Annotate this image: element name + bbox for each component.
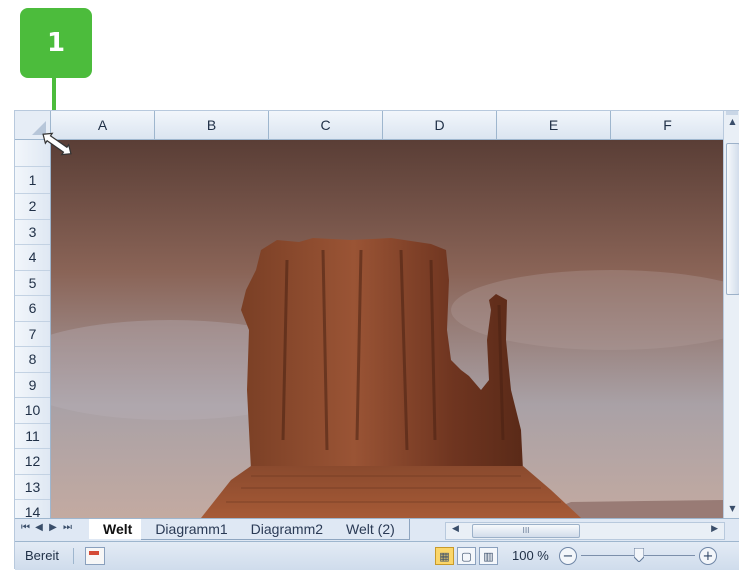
page-layout-view-icon[interactable]: ▢ — [457, 547, 476, 565]
sheet-tabs-bar: ⏮ ◀ ▶ ⏭ Welt Diagramm1 Diagramm2 Welt (2… — [15, 518, 739, 541]
row-header-4[interactable]: 4 — [15, 245, 50, 271]
desert-butte-photo — [51, 140, 723, 518]
row-header-10[interactable]: 10 — [15, 398, 50, 424]
sheet-tab-welt[interactable]: Welt — [89, 519, 148, 539]
scroll-left-icon[interactable]: ◀ — [452, 524, 459, 534]
resize-cursor-icon — [42, 132, 72, 156]
view-buttons: ▦ ▢ ▥ — [435, 547, 498, 565]
inserted-picture[interactable] — [51, 140, 723, 518]
record-macro-icon[interactable] — [85, 547, 105, 565]
column-header-f[interactable]: F — [611, 111, 723, 139]
row-headers: 1 2 3 4 5 6 7 8 9 10 11 12 13 14 — [15, 140, 51, 518]
row-header-13[interactable]: 13 — [15, 475, 50, 500]
column-header-d[interactable]: D — [383, 111, 497, 139]
sheet-tabs: Welt Diagramm1 Diagramm2 Welt (2) — [89, 519, 410, 541]
row-header-1[interactable]: 1 — [15, 166, 50, 194]
zoom-out-icon[interactable]: − — [559, 547, 577, 565]
sheet-navigation: ⏮ ◀ ▶ ⏭ — [21, 522, 72, 533]
status-ready-label: Bereit — [25, 548, 59, 563]
sheet-tab-diagramm2[interactable]: Diagramm2 — [236, 519, 339, 540]
zoom-level[interactable]: 100 % — [512, 548, 549, 563]
column-header-c[interactable]: C — [269, 111, 383, 139]
column-header-e[interactable]: E — [497, 111, 611, 139]
horizontal-scroll-thumb[interactable]: III — [472, 524, 580, 538]
row-header-5[interactable]: 5 — [15, 271, 50, 296]
row-header-11[interactable]: 11 — [15, 424, 50, 449]
row-header-6[interactable]: 6 — [15, 296, 50, 322]
zoom-slider-thumb[interactable] — [634, 548, 644, 562]
row-header-14[interactable]: 14 — [15, 500, 50, 518]
scroll-up-icon[interactable]: ▲ — [725, 113, 739, 129]
column-header-b[interactable]: B — [155, 111, 269, 139]
horizontal-scrollbar[interactable]: ◀ III ▶ — [445, 522, 725, 540]
vertical-scroll-thumb[interactable] — [726, 143, 739, 295]
scroll-down-icon[interactable]: ▼ — [725, 500, 739, 516]
callout-number: 1 — [46, 28, 66, 58]
sheet-tab-diagramm1[interactable]: Diagramm1 — [141, 519, 243, 540]
zoom-in-icon[interactable]: + — [699, 547, 717, 565]
first-sheet-icon[interactable]: ⏮ — [21, 522, 30, 533]
page-break-preview-icon[interactable]: ▥ — [479, 547, 498, 565]
column-headers: A B C D E F — [51, 111, 723, 140]
row-header-9[interactable]: 9 — [15, 373, 50, 398]
normal-view-icon[interactable]: ▦ — [435, 547, 454, 565]
next-sheet-icon[interactable]: ▶ — [49, 522, 57, 533]
row-header-8[interactable]: 8 — [15, 347, 50, 373]
row-header-7[interactable]: 7 — [15, 322, 50, 347]
row-header-12[interactable]: 12 — [15, 449, 50, 475]
last-sheet-icon[interactable]: ⏭ — [63, 522, 72, 533]
sheet-tab-welt-2[interactable]: Welt (2) — [332, 519, 410, 540]
scroll-right-icon[interactable]: ▶ — [711, 524, 718, 534]
callout-step-badge: 1 — [20, 8, 92, 78]
row-header-3[interactable]: 3 — [15, 220, 50, 245]
status-bar: Bereit ▦ ▢ ▥ 100 % − + — [15, 541, 739, 570]
prev-sheet-icon[interactable]: ◀ — [35, 522, 43, 533]
vertical-scrollbar[interactable]: ▲ ▼ — [723, 111, 739, 518]
row-header-2[interactable]: 2 — [15, 194, 50, 220]
spreadsheet-window: A B C D E F 1 2 3 4 5 6 7 8 9 10 11 12 1… — [14, 110, 739, 570]
